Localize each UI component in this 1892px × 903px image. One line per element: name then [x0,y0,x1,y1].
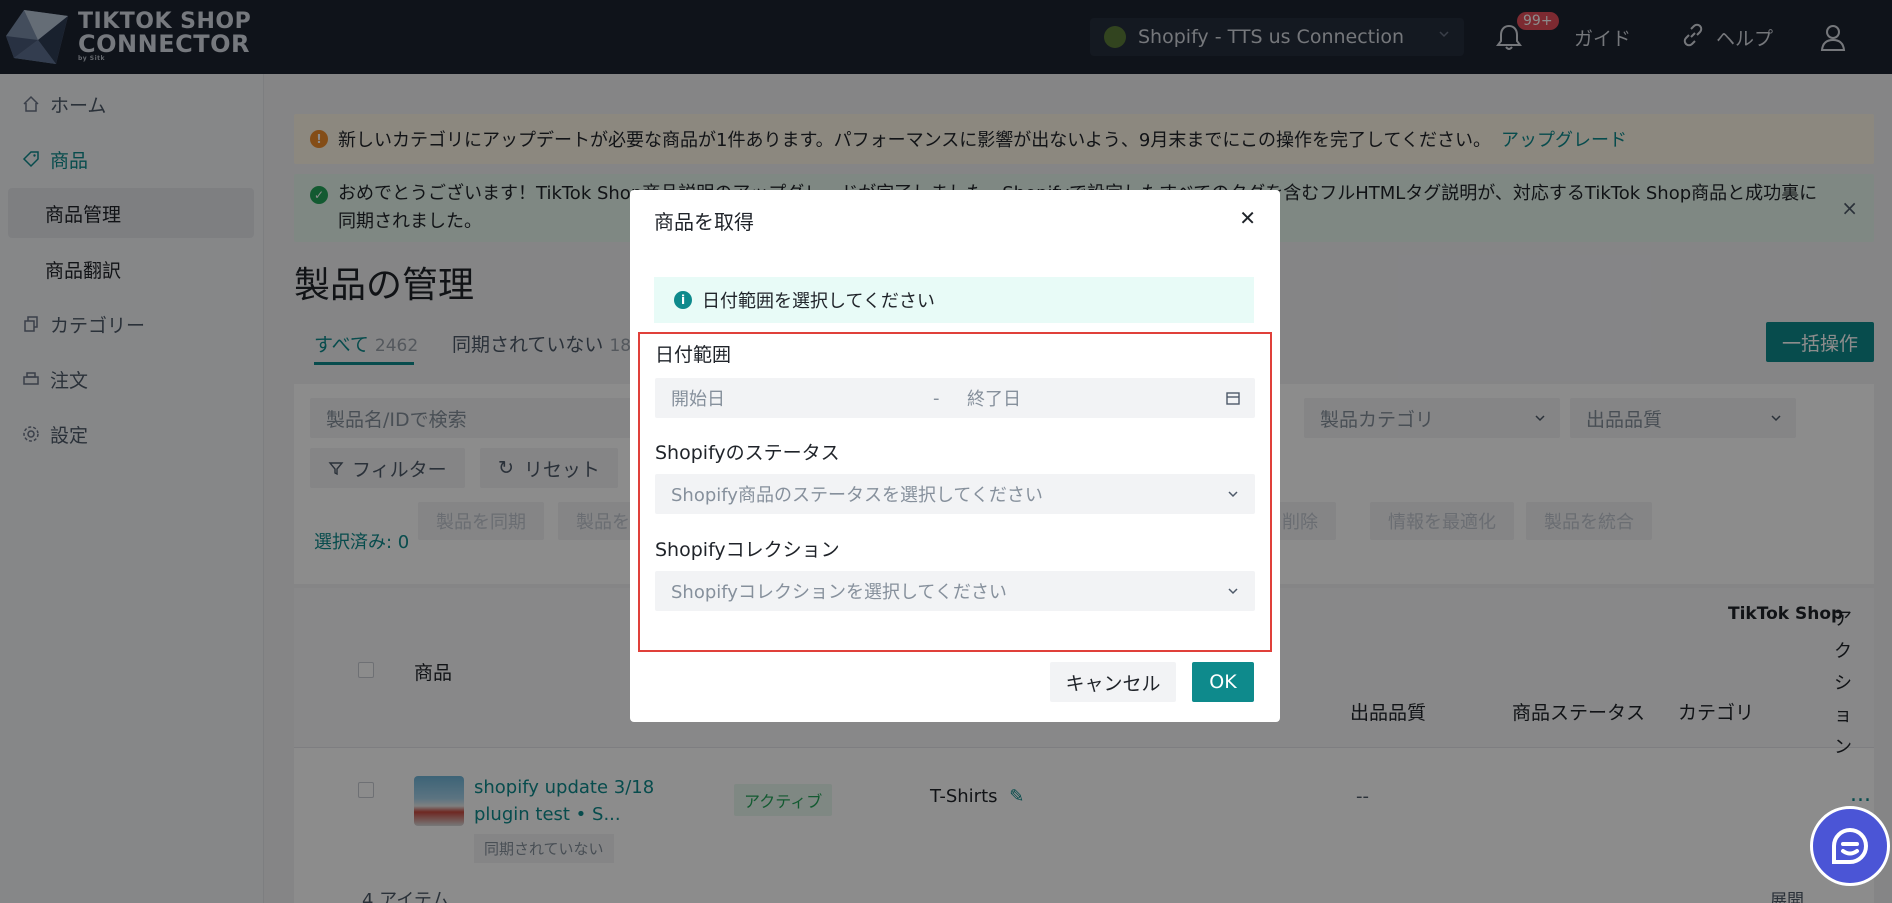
date-range-label: 日付範囲 [655,344,732,366]
info-alert: i 日付範囲を選択してください [654,277,1254,323]
info-icon: i [674,291,692,309]
shopify-status-label: Shopifyのステータス [655,442,840,464]
cancel-button[interactable]: キャンセル [1050,662,1176,702]
shopify-status-select[interactable]: Shopify商品のステータスを選択してください [655,474,1255,514]
shopify-collection-label: Shopifyコレクション [655,539,840,561]
chevron-down-icon [1228,491,1238,498]
dialog-title: 商品を取得 [654,210,754,234]
chat-icon [1832,828,1868,864]
fetch-products-dialog: 商品を取得 ✕ i 日付範囲を選択してください 日付範囲 開始日 - 終了日 S… [630,190,1280,722]
date-range-picker[interactable]: 開始日 - 終了日 [655,378,1255,418]
close-icon[interactable]: ✕ [1239,206,1256,230]
date-separator: - [933,387,940,409]
info-alert-text: 日付範囲を選択してください [702,291,935,312]
end-date-input[interactable]: 終了日 [967,385,1021,411]
ok-button[interactable]: OK [1192,662,1254,702]
shopify-status-placeholder: Shopify商品のステータスを選択してください [671,485,1043,506]
start-date-input[interactable]: 開始日 [671,385,725,411]
calendar-icon [1226,392,1240,405]
chevron-down-icon [1228,588,1238,595]
chat-button[interactable] [1810,806,1890,886]
shopify-collection-placeholder: Shopifyコレクションを選択してください [671,582,1007,603]
shopify-collection-select[interactable]: Shopifyコレクションを選択してください [655,571,1255,611]
